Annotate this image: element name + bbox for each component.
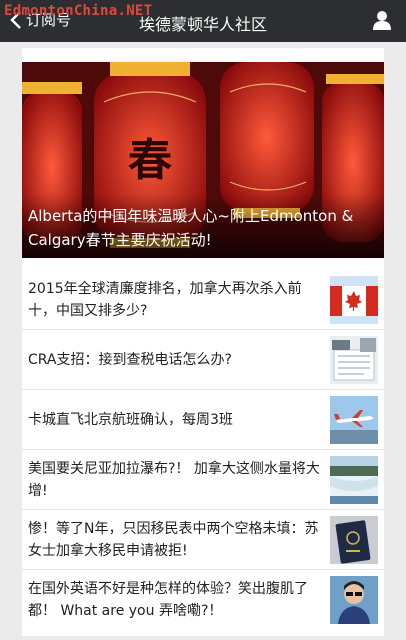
- list-item[interactable]: 美国要关尼亚加拉瀑布?！ 加拿大这侧水量将大增!: [22, 450, 384, 510]
- article-title: 美国要关尼亚加拉瀑布?！ 加拿大这侧水量将大增!: [28, 460, 320, 499]
- list-item[interactable]: CRA支招：接到查税电话怎么办?: [22, 330, 384, 390]
- article-title: 惨！等了N年，只因移民表中两个空格未填：苏女士加拿大移民申请被拒!: [28, 520, 319, 559]
- list-item[interactable]: 2015年全球清廉度排名，加拿大再次杀入前十，中国又排多少?: [22, 270, 384, 330]
- article-title: 卡城直飞北京航班确认，每周3班: [28, 411, 233, 428]
- lantern-character: 春: [128, 135, 172, 186]
- article-card: 春 Alberta的中国年味温暖人心~附上Edmonton & Calgary春…: [22, 48, 384, 636]
- article-title: 在国外英语不好是种怎样的体验？笑出腹肌了都！ What are you 弄啥嘞?…: [28, 580, 308, 619]
- tax-documents-thumbnail: [330, 336, 378, 384]
- featured-article[interactable]: 春 Alberta的中国年味温暖人心~附上Edmonton & Calgary春…: [22, 62, 384, 258]
- canada-flag-thumbnail: [330, 276, 378, 324]
- watermark-logo: EdmontonChina.NET: [4, 3, 153, 19]
- list-item[interactable]: 卡城直飞北京航班确认，每周3班: [22, 390, 384, 450]
- airplane-thumbnail: [330, 396, 378, 444]
- person-icon: [373, 11, 391, 30]
- passport-thumbnail: [330, 516, 378, 564]
- person-photo-thumbnail: [330, 576, 378, 624]
- article-title: 2015年全球清廉度排名，加拿大再次杀入前十，中国又排多少?: [28, 280, 302, 319]
- niagara-falls-thumbnail: [330, 456, 378, 504]
- list-item[interactable]: 在国外英语不好是种怎样的体验？笑出腹肌了都！ What are you 弄啥嘞?…: [22, 570, 384, 629]
- list-item[interactable]: 惨！等了N年，只因移民表中两个空格未填：苏女士加拿大移民申请被拒!: [22, 510, 384, 570]
- article-title: CRA支招：接到查税电话怎么办?: [28, 351, 232, 368]
- featured-article-title: Alberta的中国年味温暖人心~附上Edmonton & Calgary春节主…: [28, 207, 354, 249]
- profile-button[interactable]: [372, 10, 392, 34]
- article-list: 2015年全球清廉度排名，加拿大再次杀入前十，中国又排多少? CRA支招：接到查…: [22, 270, 384, 629]
- top-navigation-bar: 订阅号 埃德蒙顿华人社区 EdmontonChina.NET: [0, 0, 406, 42]
